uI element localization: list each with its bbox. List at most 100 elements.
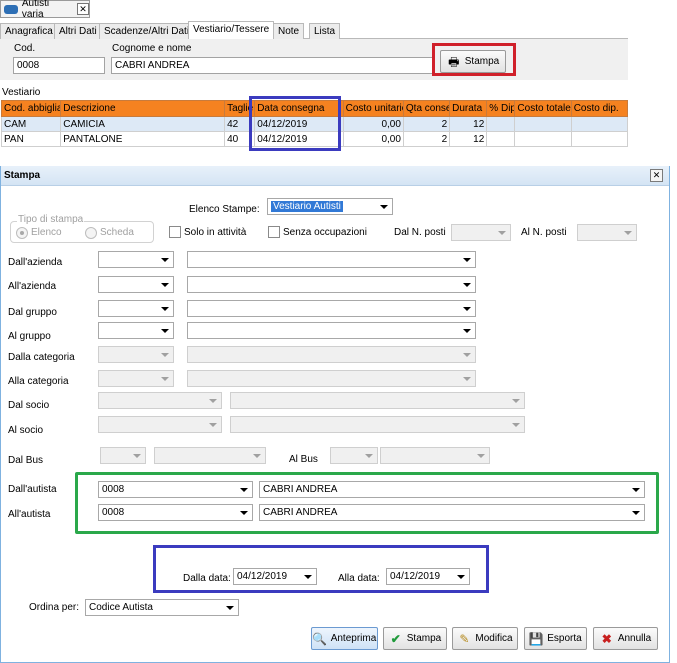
chevron-down-icon — [157, 301, 173, 316]
column-header[interactable]: Costo dip. — [570, 100, 629, 117]
column-header[interactable]: Cod. abbigliam — [0, 100, 62, 117]
alla-data-label: Alla data: — [338, 573, 380, 584]
dal-socio-label: Dal socio — [8, 400, 50, 411]
close-icon[interactable]: ✕ — [650, 169, 663, 182]
tipo-stampa-label: Tipo di stampa — [17, 214, 85, 226]
al-gruppo-code-select[interactable] — [98, 322, 174, 339]
dal-azienda-code-select[interactable] — [98, 251, 174, 268]
column-header[interactable]: Qta conse — [402, 100, 451, 117]
column-header[interactable]: Descrizione — [60, 100, 226, 117]
senza-occupazioni-checkbox[interactable] — [268, 226, 280, 238]
table-cell[interactable]: PANTALONE — [60, 131, 226, 147]
table-cell[interactable] — [486, 116, 516, 132]
printer-icon: 🖶 — [448, 54, 460, 69]
tab-scadenze[interactable]: Scadenze/Altri Dati — [99, 23, 195, 39]
dal-socio-name-select[interactable] — [230, 392, 525, 409]
tab-vestiario[interactable]: Vestiario/Tessere — [188, 21, 275, 39]
dal-azienda-name-select[interactable] — [187, 251, 476, 268]
al-autista-name-select[interactable]: CABRI ANDREA — [259, 504, 645, 521]
nome-label: Cognome e nome — [112, 43, 192, 54]
table-cell[interactable]: 40 — [224, 131, 256, 147]
solo-attivita-checkbox[interactable] — [169, 226, 181, 238]
dal-socio-code-select[interactable] — [98, 392, 222, 409]
dal-bus-code-select[interactable] — [100, 447, 146, 464]
table-cell[interactable]: 42 — [224, 116, 256, 132]
dal-gruppo-name-select[interactable] — [187, 300, 476, 317]
dal-autista-code-select[interactable]: 0008 — [98, 481, 253, 498]
chevron-down-icon — [620, 225, 636, 240]
annulla-label: Annulla — [617, 633, 652, 644]
tab-anagrafica[interactable]: Anagrafica — [0, 23, 58, 39]
elenco-stampe-value: Vestiario Autisti — [271, 201, 343, 212]
dal-autista-name-select[interactable]: CABRI ANDREA — [259, 481, 645, 498]
cod-field[interactable]: 0008 — [13, 57, 105, 74]
esporta-button[interactable]: 💾 Esporta — [524, 627, 587, 650]
dal-autista-code-value: 0008 — [102, 484, 125, 495]
column-header[interactable]: Taglie — [224, 100, 256, 117]
stampa-header-button[interactable]: 🖶 Stampa — [440, 50, 506, 73]
al-azienda-name-select[interactable] — [187, 276, 476, 293]
ordina-per-select[interactable]: Codice Autista — [85, 599, 239, 616]
radio-elenco[interactable] — [16, 227, 28, 239]
table-cell[interactable]: 04/12/2019 — [254, 116, 344, 132]
radio-scheda[interactable] — [85, 227, 97, 239]
table-cell[interactable] — [570, 116, 629, 132]
table-cell[interactable] — [514, 131, 572, 147]
table-cell[interactable]: 2 — [402, 116, 451, 132]
column-header[interactable]: Costo unitario — [342, 100, 404, 117]
al-socio-code-select[interactable] — [98, 416, 222, 433]
alla-categoria-name-select[interactable] — [187, 370, 476, 387]
al-bus-code-select[interactable] — [330, 447, 378, 464]
al-azienda-code-select[interactable] — [98, 276, 174, 293]
table-cell[interactable]: PAN — [0, 131, 62, 147]
al-autista-code-select[interactable]: 0008 — [98, 504, 253, 521]
dalla-categoria-code-select[interactable] — [98, 346, 174, 363]
esporta-label: Esporta — [547, 633, 582, 644]
dal-n-posti-select[interactable] — [451, 224, 511, 241]
nome-field[interactable]: CABRI ANDREA — [111, 57, 435, 74]
chevron-down-icon — [300, 569, 316, 584]
dal-n-posti-label: Dal N. posti — [394, 227, 446, 238]
table-cell[interactable]: 12 — [449, 116, 488, 132]
column-header[interactable]: % Dip. — [486, 100, 516, 117]
modifica-button[interactable]: ✎ Modifica — [452, 627, 518, 650]
column-header[interactable]: Durata — [449, 100, 488, 117]
table-cell[interactable]: CAMICIA — [60, 116, 226, 132]
stampa-button[interactable]: ✔ Stampa — [383, 627, 447, 650]
column-header[interactable]: Data consegna — [254, 100, 344, 117]
table-cell[interactable]: 0,00 — [342, 131, 404, 147]
al-bus-name-select[interactable] — [380, 447, 490, 464]
tab-lista[interactable]: Lista — [309, 23, 341, 39]
chevron-down-icon — [249, 448, 265, 463]
tab-altri-dati[interactable]: Altri Dati — [54, 23, 102, 39]
table-cell[interactable]: 2 — [402, 131, 451, 147]
table-cell[interactable] — [570, 131, 629, 147]
table-row[interactable]: PAN PANTALONE 40 04/12/2019 0,00 2 12 — [0, 131, 629, 147]
al-socio-name-select[interactable] — [230, 416, 525, 433]
alla-categoria-code-select[interactable] — [98, 370, 174, 387]
chevron-down-icon — [628, 482, 644, 497]
dalla-data-picker[interactable]: 04/12/2019 — [233, 568, 317, 585]
elenco-stampe-select[interactable]: Vestiario Autisti — [267, 198, 393, 215]
column-header[interactable]: Costo totale — [514, 100, 572, 117]
tab-note[interactable]: Note — [273, 23, 305, 39]
alla-data-picker[interactable]: 04/12/2019 — [386, 568, 470, 585]
table-cell[interactable]: CAM — [0, 116, 62, 132]
dal-gruppo-code-select[interactable] — [98, 300, 174, 317]
close-tab-icon[interactable]: ✕ — [77, 3, 89, 15]
window-tab[interactable]: Autisti varia ✕ — [0, 0, 90, 20]
annulla-button[interactable]: ✖ Annulla — [593, 627, 658, 650]
table-row[interactable]: CAM CAMICIA 42 04/12/2019 0,00 2 12 — [0, 116, 629, 132]
dalla-categoria-name-select[interactable] — [187, 346, 476, 363]
anteprima-button[interactable]: 🔍 Anteprima — [311, 627, 378, 650]
table-cell[interactable] — [514, 116, 572, 132]
table-cell[interactable]: 0,00 — [342, 116, 404, 132]
chevron-down-icon — [459, 301, 475, 316]
table-cell[interactable] — [486, 131, 516, 147]
dal-bus-name-select[interactable] — [154, 447, 266, 464]
al-n-posti-select[interactable] — [577, 224, 637, 241]
ordina-per-label: Ordina per: — [29, 602, 80, 613]
table-cell[interactable]: 12 — [449, 131, 488, 147]
table-cell[interactable]: 04/12/2019 — [254, 131, 344, 147]
al-gruppo-name-select[interactable] — [187, 322, 476, 339]
